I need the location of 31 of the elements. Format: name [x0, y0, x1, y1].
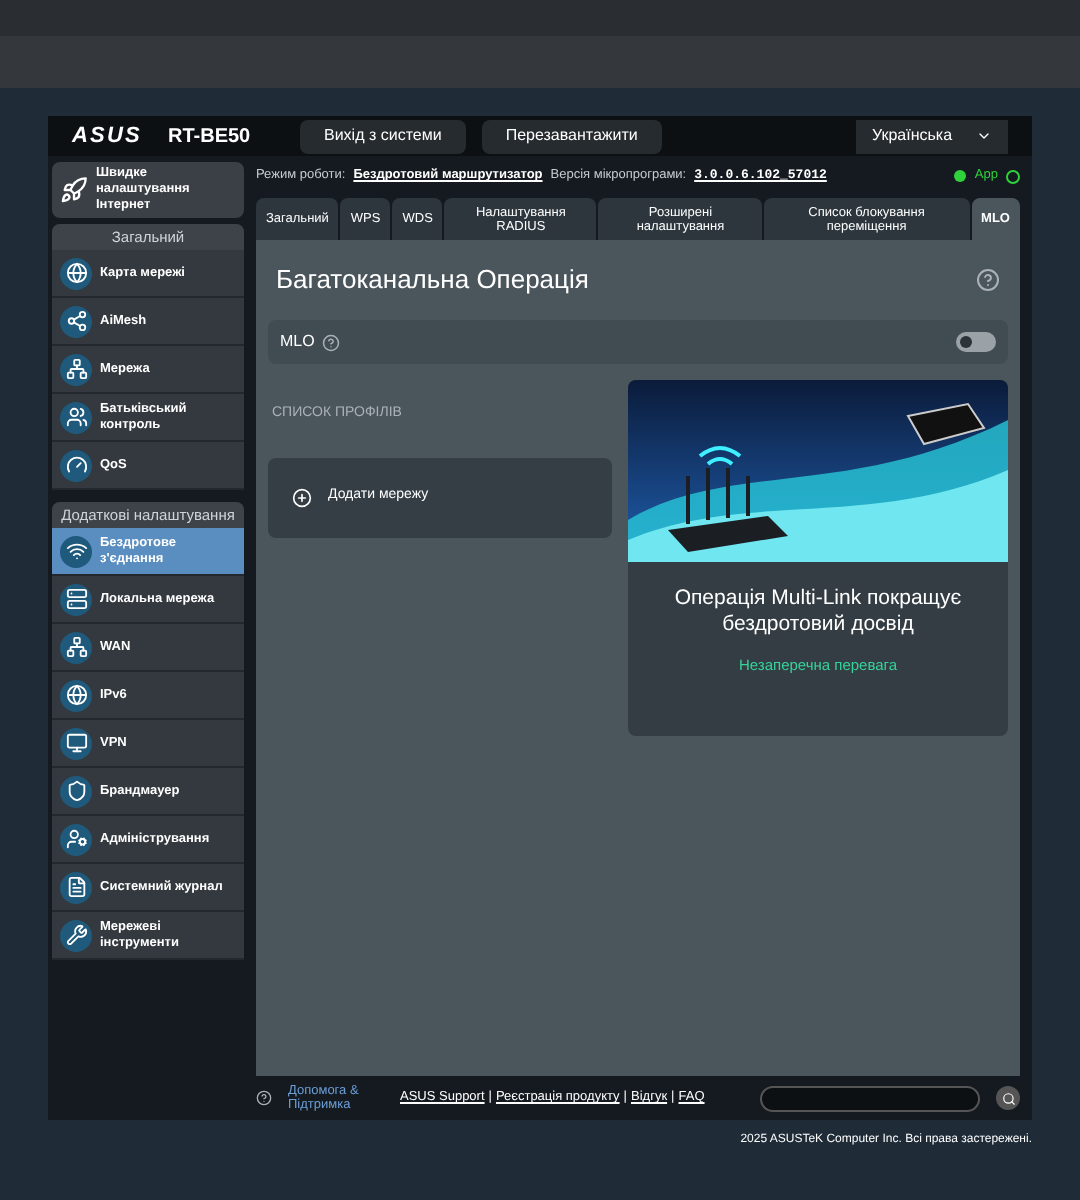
- mlo-toggle[interactable]: [956, 332, 996, 352]
- user-icon: [60, 823, 92, 855]
- network-icon: [60, 353, 92, 385]
- language-select[interactable]: Українська: [856, 119, 1008, 153]
- gauge-icon: [60, 449, 92, 481]
- monitor-icon: [60, 727, 92, 759]
- wizard-icon: [60, 176, 88, 204]
- wrench-icon: [60, 919, 92, 951]
- caret-icon: [976, 128, 992, 144]
- help-icon: [976, 268, 1000, 292]
- network-icon: [60, 631, 92, 663]
- help-icon: [322, 333, 341, 351]
- search-icon[interactable]: [996, 1086, 1020, 1110]
- header-button[interactable]: Перезавантажити: [481, 119, 662, 153]
- header-button[interactable]: Вихід з системи: [300, 119, 466, 153]
- search-field[interactable]: [760, 1085, 980, 1111]
- page-title: Багатоканальна Операція: [276, 262, 589, 299]
- wifi-icon: [60, 535, 92, 567]
- document-icon: [60, 871, 92, 903]
- help-icon: [256, 1090, 272, 1106]
- model-name: RT-BE50: [168, 123, 253, 151]
- globe-icon: [60, 679, 92, 711]
- globe-icon: [60, 257, 92, 289]
- people-icon: [60, 401, 92, 433]
- mesh-icon: [60, 305, 92, 337]
- shield-icon: [60, 775, 92, 807]
- add-icon: [292, 487, 312, 507]
- lan-icon: [60, 583, 92, 615]
- mlo-label: MLO: [280, 330, 315, 354]
- brand-logo: ASUS: [72, 121, 144, 152]
- promo-title: Операція Multi-Link покращує бездротовий досвід: [672, 586, 964, 638]
